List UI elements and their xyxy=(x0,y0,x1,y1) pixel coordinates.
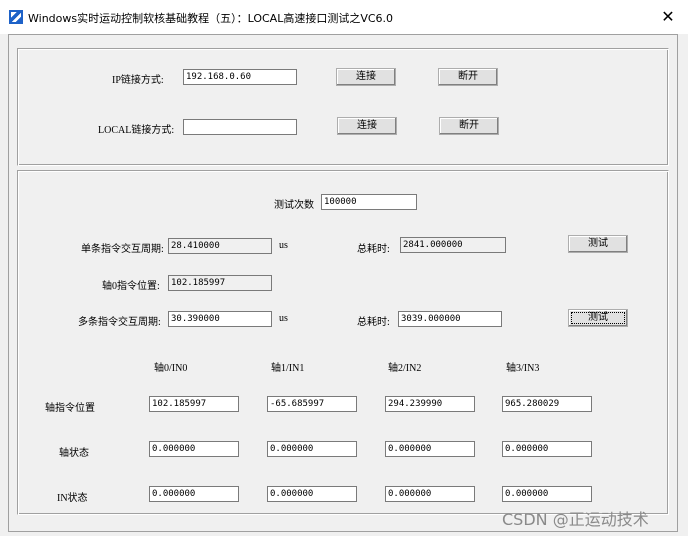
status-axis2[interactable]: 0.000000 xyxy=(385,441,475,457)
position-axis1[interactable]: -65.685997 xyxy=(267,396,357,412)
position-axis0[interactable]: 102.185997 xyxy=(149,396,239,412)
single-cycle-label: 单条指令交互周期: xyxy=(81,244,164,255)
single-test-button[interactable]: 测试 xyxy=(568,235,628,253)
single-total-label: 总耗时: xyxy=(357,244,390,255)
in-status-3[interactable]: 0.000000 xyxy=(502,486,592,502)
position-axis3[interactable]: 965.280029 xyxy=(502,396,592,412)
window-title: Windows实时运动控制软核基础教程（五）：LOCAL高速接口测试之VC6.0 xyxy=(28,12,394,25)
in-status-0[interactable]: 0.000000 xyxy=(149,486,239,502)
multi-unit: us xyxy=(279,313,288,324)
multi-cycle-value: 30.390000 xyxy=(168,311,272,327)
axis0-pos-label: 轴0指令位置: xyxy=(102,281,160,292)
local-connect-button[interactable]: 连接 xyxy=(337,117,397,135)
local-input[interactable] xyxy=(183,119,297,135)
test-panel xyxy=(17,170,669,515)
ip-input[interactable]: 192.168.0.60 xyxy=(183,69,297,85)
connection-panel xyxy=(17,48,669,166)
app-icon xyxy=(9,10,23,24)
local-label: LOCAL链接方式: xyxy=(98,125,175,136)
watermark: CSDN @正运动技术 xyxy=(502,510,649,529)
test-count-input[interactable]: 100000 xyxy=(321,194,417,210)
multi-total-label: 总耗时: xyxy=(357,317,390,328)
local-disconnect-button[interactable]: 断开 xyxy=(439,117,499,135)
position-axis2[interactable]: 294.239990 xyxy=(385,396,475,412)
in-status-2[interactable]: 0.000000 xyxy=(385,486,475,502)
test-count-label: 测试次数 xyxy=(274,200,314,211)
multi-test-button[interactable]: 测试 xyxy=(568,309,628,327)
row-label-position: 轴指令位置 xyxy=(45,403,95,414)
row-label-in-status: IN状态 xyxy=(57,493,88,504)
status-axis3[interactable]: 0.000000 xyxy=(502,441,592,457)
col-header-3: 轴3/IN3 xyxy=(506,363,540,374)
row-label-status: 轴状态 xyxy=(59,448,89,459)
status-axis0[interactable]: 0.000000 xyxy=(149,441,239,457)
in-status-1[interactable]: 0.000000 xyxy=(267,486,357,502)
ip-label: IP链接方式: xyxy=(112,75,164,86)
col-header-0: 轴0/IN0 xyxy=(154,363,188,374)
multi-cycle-label: 多条指令交互周期: xyxy=(78,317,161,328)
single-total-value: 2841.000000 xyxy=(400,237,506,253)
ip-connect-button[interactable]: 连接 xyxy=(336,68,396,86)
single-cycle-value: 28.410000 xyxy=(168,238,272,254)
col-header-1: 轴1/IN1 xyxy=(271,363,305,374)
col-header-2: 轴2/IN2 xyxy=(388,363,422,374)
ip-disconnect-button[interactable]: 断开 xyxy=(438,68,498,86)
axis0-pos-value: 102.185997 xyxy=(168,275,272,291)
status-axis1[interactable]: 0.000000 xyxy=(267,441,357,457)
single-unit: us xyxy=(279,240,288,251)
close-icon[interactable]: ✕ xyxy=(658,7,678,27)
multi-total-value: 3039.000000 xyxy=(398,311,502,327)
